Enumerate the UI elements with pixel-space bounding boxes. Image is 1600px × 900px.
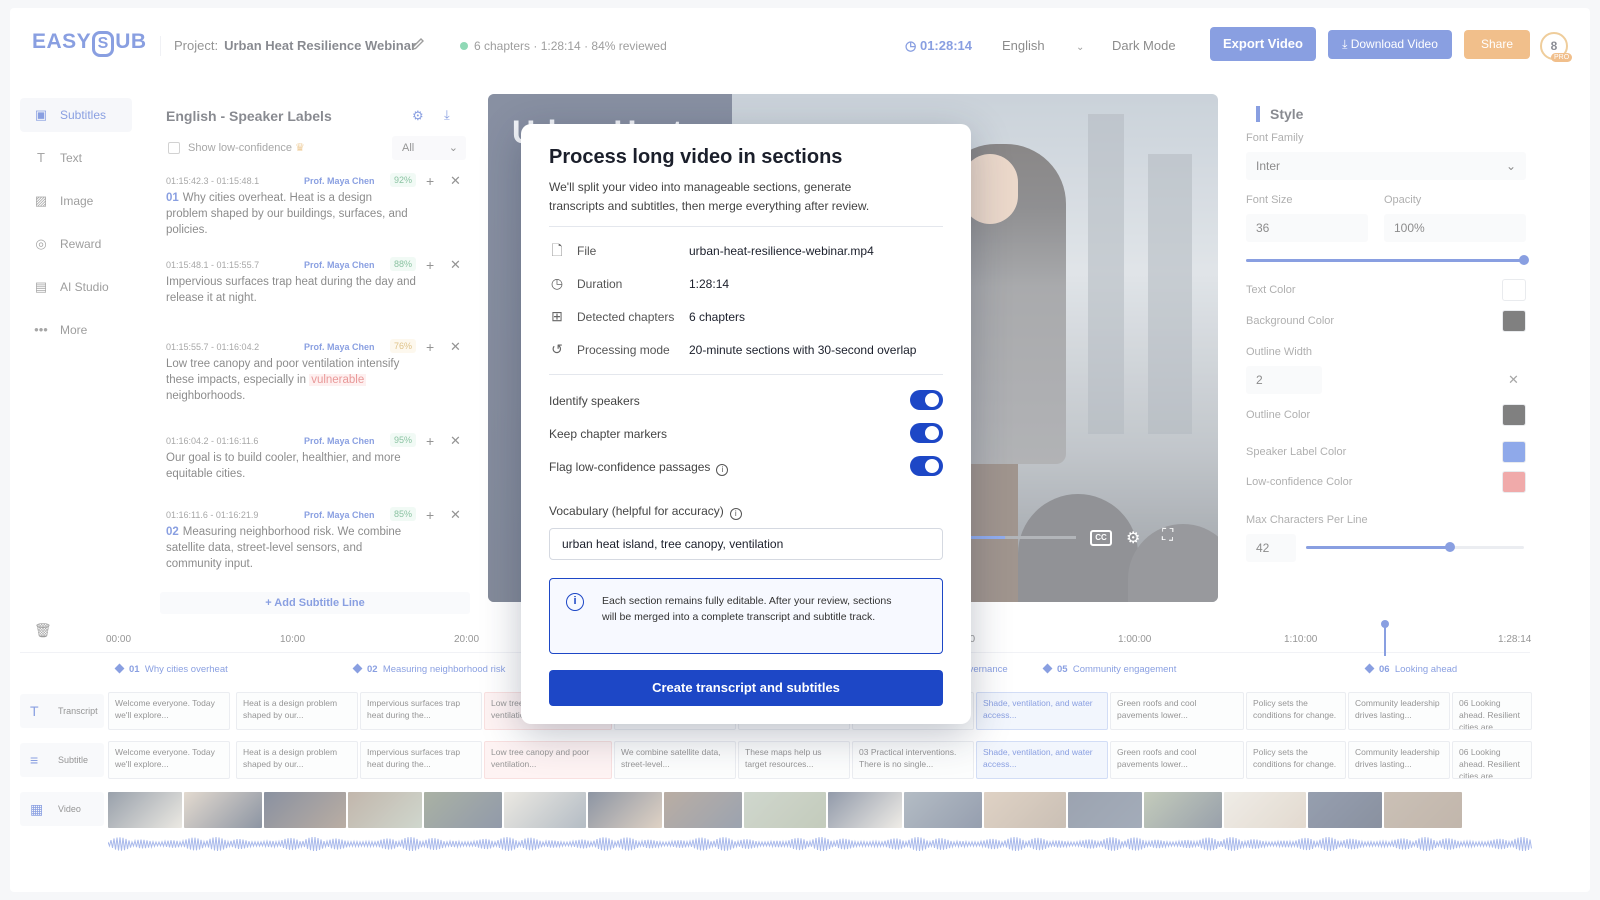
info-icon[interactable]: i bbox=[716, 464, 729, 476]
flag-low-confidence-toggle[interactable] bbox=[910, 456, 943, 476]
info-notice: i Each section remains fully editable. A… bbox=[549, 578, 943, 654]
identify-speakers-label: Identify speakers bbox=[549, 394, 640, 408]
flag-low-confidence-label: Flag low-confidence passages i bbox=[549, 460, 729, 476]
vocabulary-input[interactable]: urban heat island, tree canopy, ventilat… bbox=[549, 528, 943, 560]
modal-description: We'll split your video into manageable s… bbox=[549, 180, 870, 213]
file-icon: 🗋 bbox=[551, 242, 563, 258]
processing-mode-value: 20-minute sections with 30-second overla… bbox=[689, 343, 917, 357]
vocabulary-label-text: Vocabulary (helpful for accuracy) bbox=[549, 504, 724, 518]
create-transcript-button[interactable]: Create transcript and subtitles bbox=[549, 670, 943, 706]
modal-title: Process long video in sections bbox=[549, 146, 843, 168]
file-label: File bbox=[577, 244, 597, 258]
duration-label: Duration bbox=[577, 277, 623, 291]
chapters-value: 6 chapters bbox=[689, 310, 746, 324]
processing-mode-label: Processing mode bbox=[577, 343, 670, 357]
clock-icon: ◷ bbox=[550, 275, 564, 291]
keep-chapter-markers-toggle[interactable] bbox=[910, 423, 943, 443]
process-sections-modal: Process long video in sections We'll spl… bbox=[521, 124, 971, 724]
file-value: urban-heat-resilience-webinar.mp4 bbox=[689, 244, 874, 258]
chapters-label: Detected chapters bbox=[577, 310, 675, 324]
info-icon: i bbox=[566, 593, 584, 611]
chapters-icon: ⊞ bbox=[551, 308, 563, 324]
history-icon: ↺ bbox=[551, 341, 563, 357]
info-icon[interactable]: i bbox=[729, 508, 742, 520]
divider bbox=[549, 374, 943, 375]
notice-text: Each section remains fully editable. Aft… bbox=[602, 595, 892, 623]
identify-speakers-toggle[interactable] bbox=[910, 390, 943, 410]
vocabulary-label: Vocabulary (helpful for accuracy) i bbox=[549, 504, 742, 520]
keep-chapter-markers-label: Keep chapter markers bbox=[549, 427, 668, 441]
divider bbox=[549, 226, 943, 227]
flag-low-confidence-text: Flag low-confidence passages bbox=[549, 460, 711, 474]
duration-value: 1:28:14 bbox=[689, 277, 730, 291]
